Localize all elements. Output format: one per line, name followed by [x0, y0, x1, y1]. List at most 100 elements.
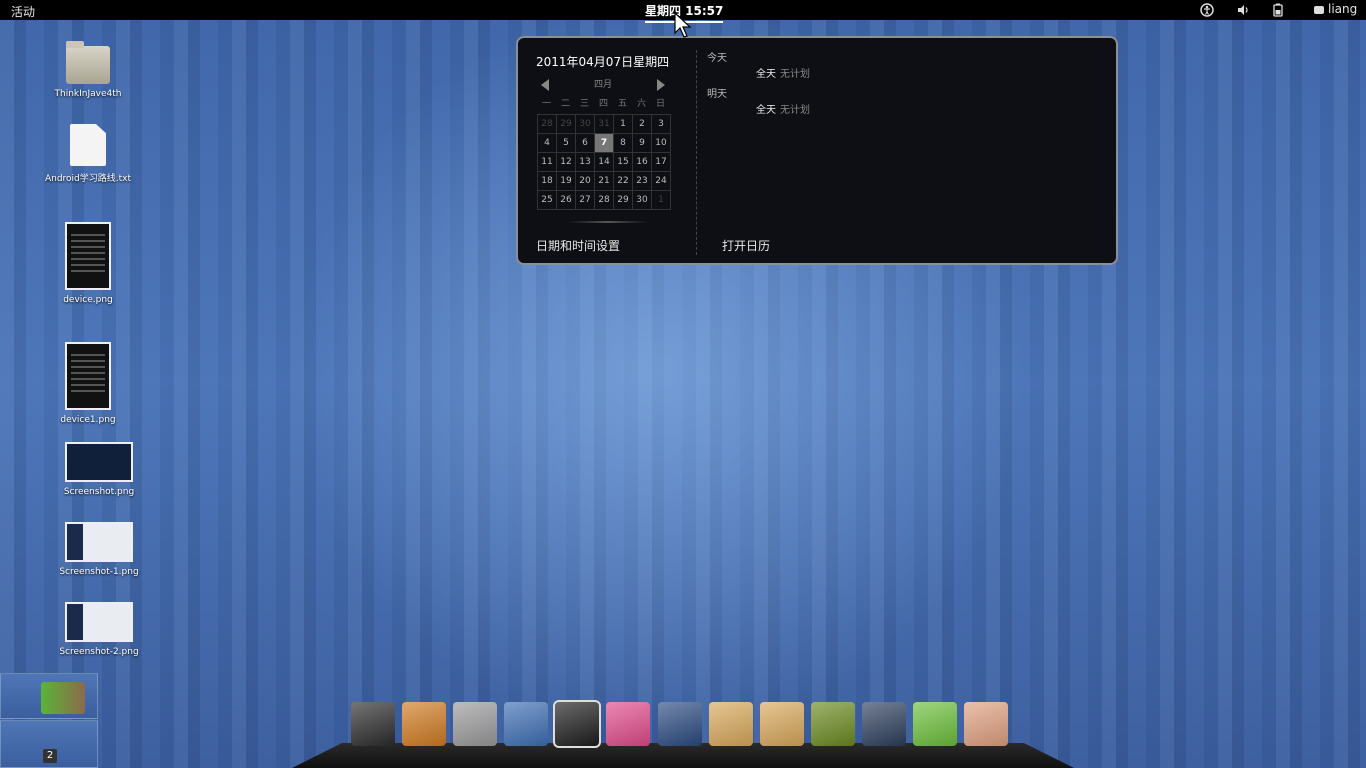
media-player-icon[interactable]	[810, 702, 855, 746]
workspace-2-thumbnail[interactable]: 2	[0, 720, 98, 768]
desktop-image-screenshot[interactable]: Screenshot.png	[54, 442, 144, 497]
user-name: liang	[1328, 2, 1358, 16]
activities-button[interactable]: 活动	[11, 3, 35, 20]
full-date: 2011年04月07日星期四	[536, 55, 670, 69]
calendar-day[interactable]: 28	[595, 191, 614, 210]
event-text: 无计划	[780, 69, 810, 80]
weekday-label: 五	[617, 99, 627, 109]
calendar-day[interactable]: 13	[576, 153, 595, 172]
calendar-day[interactable]: 15	[614, 153, 633, 172]
calendar-day[interactable]: 27	[576, 191, 595, 210]
calendar-day[interactable]: 8	[614, 134, 633, 153]
calculator-icon[interactable]	[453, 702, 498, 746]
battery-icon[interactable]	[1271, 3, 1285, 17]
downloads-folder-icon[interactable]	[759, 702, 804, 746]
calendar-day[interactable]: 25	[538, 191, 557, 210]
event-allday-label: 全天	[756, 105, 776, 116]
calendar-day[interactable]: 21	[595, 172, 614, 191]
window-thumbnail	[41, 682, 85, 714]
calendar-day[interactable]: 10	[652, 134, 671, 153]
calendar-day[interactable]: 9	[633, 134, 652, 153]
events-tomorrow-heading: 明天	[707, 89, 727, 100]
calendar-day[interactable]: 11	[538, 153, 557, 172]
text-file-icon	[70, 124, 106, 166]
power-icon[interactable]	[861, 702, 906, 746]
image-thumbnail-icon	[65, 342, 111, 410]
image-thumbnail-icon	[65, 442, 133, 482]
calendar-day[interactable]: 14	[595, 153, 614, 172]
desktop-image-screenshot-2[interactable]: Screenshot-2.png	[54, 602, 144, 657]
image-thumbnail-icon	[65, 522, 133, 562]
dock-shelf	[292, 743, 1074, 768]
desktop-image-device1[interactable]: device1.png	[48, 342, 128, 425]
weekday-label: 三	[579, 99, 589, 109]
calendar-week: 18 19 20 21 22 23 24	[538, 172, 671, 191]
calendar-day[interactable]: 2	[633, 115, 652, 134]
calendar-day[interactable]: 3	[652, 115, 671, 134]
desktop-image-screenshot-1[interactable]: Screenshot-1.png	[54, 522, 144, 577]
gnome-foot-icon[interactable]	[504, 702, 549, 746]
events-today-heading: 今天	[707, 53, 727, 64]
image-thumbnail-icon	[65, 222, 111, 290]
desktop-icon-label: Screenshot.png	[63, 487, 135, 497]
calendar-day[interactable]: 6	[576, 134, 595, 153]
color-wheel-icon[interactable]	[606, 702, 651, 746]
folder-icon	[66, 41, 110, 84]
event-allday-label: 全天	[756, 69, 776, 80]
mouse-pointer-icon	[674, 12, 692, 38]
calendar-day[interactable]: 17	[652, 153, 671, 172]
calendar-day[interactable]: 28	[538, 115, 557, 134]
desktop-image-device[interactable]: device.png	[48, 222, 128, 305]
calendar-day[interactable]: 1	[614, 115, 633, 134]
calendar-day[interactable]: 29	[557, 115, 576, 134]
archive-manager-icon[interactable]	[913, 702, 958, 746]
documents-folder-icon[interactable]	[708, 702, 753, 746]
workspace-1-thumbnail[interactable]	[0, 673, 98, 719]
shell-app-icon[interactable]	[964, 702, 1009, 746]
user-menu[interactable]: liang	[1314, 2, 1357, 16]
previous-month-icon[interactable]	[541, 79, 549, 91]
remote-desktop-icon[interactable]	[553, 700, 602, 748]
calendar-day-today[interactable]: 7	[595, 134, 614, 153]
calendar-day[interactable]: 29	[614, 191, 633, 210]
terminal-icon[interactable]	[351, 702, 395, 746]
vertical-divider	[696, 50, 697, 255]
calendar-day[interactable]: 24	[652, 172, 671, 191]
eye-app-icon[interactable]	[402, 702, 447, 746]
chat-status-icon	[1314, 5, 1324, 14]
desktop-icon-label: Screenshot-1.png	[59, 567, 139, 577]
desktop-icon-label: Android学习路线.txt	[44, 174, 132, 184]
calendar-day[interactable]: 31	[595, 115, 614, 134]
desktop-icon-label: device.png	[63, 295, 113, 305]
tablet-icon[interactable]	[657, 702, 702, 746]
desktop-file-android-txt[interactable]: Android学习路线.txt	[38, 124, 138, 184]
accessibility-icon[interactable]	[1200, 3, 1214, 17]
calendar-day[interactable]: 12	[557, 153, 576, 172]
next-month-icon[interactable]	[657, 79, 665, 91]
calendar-day[interactable]: 16	[633, 153, 652, 172]
calendar-day[interactable]: 23	[633, 172, 652, 191]
calendar-day[interactable]: 4	[538, 134, 557, 153]
desktop-folder-thinkinjava[interactable]: ThinkInJave4th	[48, 41, 128, 99]
open-calendar-link[interactable]: 打开日历	[722, 237, 770, 254]
event-text: 无计划	[780, 105, 810, 116]
calendar-week: 28 29 30 31 1 2 3	[538, 115, 671, 134]
calendar-day[interactable]: 30	[576, 115, 595, 134]
weekday-header: 一 二 三 四 五 六 日	[537, 96, 670, 109]
date-time-settings-link[interactable]: 日期和时间设置	[536, 237, 620, 254]
calendar-day[interactable]: 30	[633, 191, 652, 210]
desktop-icon-label: device1.png	[60, 415, 116, 425]
weekday-label: 四	[598, 99, 608, 109]
desktop-icon-label: ThinkInJave4th	[54, 89, 122, 99]
calendar-day[interactable]: 20	[576, 172, 595, 191]
calendar-day[interactable]: 18	[538, 172, 557, 191]
calendar-day[interactable]: 22	[614, 172, 633, 191]
calendar-popup: 2011年04月07日星期四 四月 一 二 三 四 五 六 日 28 29 30…	[516, 36, 1118, 265]
calendar-day[interactable]: 19	[557, 172, 576, 191]
volume-icon[interactable]	[1236, 3, 1250, 17]
weekday-label: 日	[655, 99, 665, 109]
calendar-day[interactable]: 26	[557, 191, 576, 210]
calendar-day[interactable]: 1	[652, 191, 671, 210]
calendar-week: 25 26 27 28 29 30 1	[538, 191, 671, 210]
calendar-day[interactable]: 5	[557, 134, 576, 153]
